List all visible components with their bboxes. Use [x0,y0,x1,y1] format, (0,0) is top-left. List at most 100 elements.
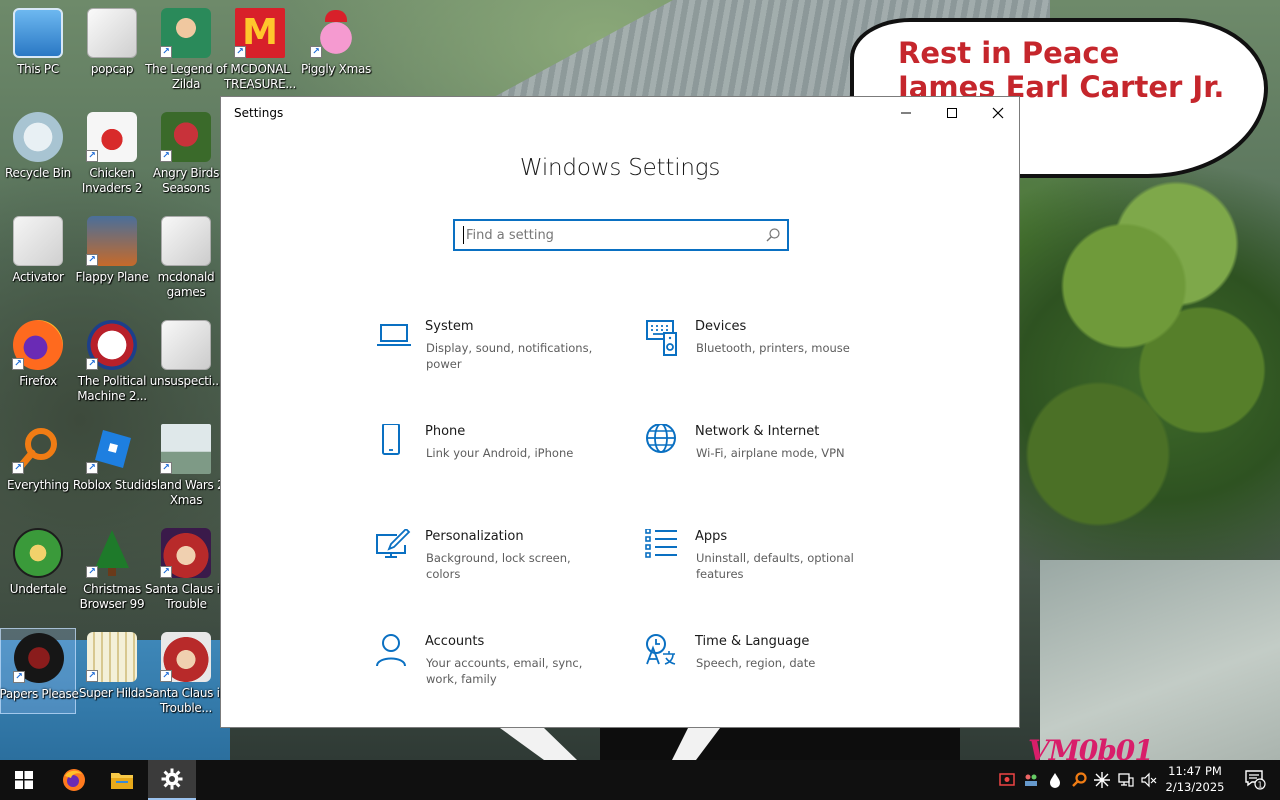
desktop-icon-unsuspecting[interactable]: unsuspecti... [148,316,224,416]
tile-name: Time & Language [695,634,810,649]
desktop-icon-mcdonald-games[interactable]: mcdonald games [148,212,224,312]
magnifier-icon [1072,772,1087,787]
desktop-icon-label: This PC [17,62,59,76]
tile-name: Personalization [425,529,524,544]
desktop-icon-political-machine[interactable]: ↗ The Political Machine 2... [74,316,150,416]
apps-list-icon [645,529,677,558]
tray-screen-record[interactable] [997,770,1017,790]
shortcut-arrow-icon: ↗ [310,46,322,58]
window-titlebar[interactable]: Settings [221,97,1019,129]
desktop-icon-label: unsuspecti... [149,374,223,388]
desktop-icon-label: Activator [12,270,64,284]
desktop-icon-label: Firefox [19,374,57,388]
tile-apps[interactable]: Apps Uninstall, defaults, optional featu… [645,529,885,609]
tray-everything[interactable] [1069,770,1089,790]
tray-water-drop[interactable] [1045,770,1065,790]
person-icon [376,634,406,667]
minimize-icon [901,112,911,114]
shortcut-arrow-icon: ↗ [86,566,98,578]
desktop-icon-christmas-browser[interactable]: ↗ Christmas Browser 99 [74,524,150,624]
maximize-button[interactable] [929,97,975,129]
desktop-icon-firefox[interactable]: ↗ Firefox [0,316,76,416]
start-button[interactable] [0,760,48,800]
time-language-icon [646,634,676,665]
desktop-icon-legend-of-zilda[interactable]: ↗ The Legend of Zilda [145,4,227,104]
tray-volume[interactable] [1139,770,1159,790]
tile-accounts[interactable]: Accounts Your accounts, email, sync, wor… [375,634,615,714]
tile-devices[interactable]: Devices Bluetooth, printers, mouse [645,319,885,399]
taskbar-settings[interactable] [148,760,196,800]
taskbar-firefox[interactable] [50,760,98,800]
close-button[interactable] [975,97,1021,129]
tile-personalization[interactable]: Personalization Background, lock screen,… [375,529,615,609]
action-center-button[interactable]: 1 [1232,760,1280,800]
file-explorer-icon [111,773,133,789]
desktop-icon-flappy-plane[interactable]: ↗ Flappy Plane [74,212,150,312]
desktop-icon-label: mcdonald games [157,270,215,299]
desktop-icon-santa-claus[interactable]: ↗ Santa Claus in Trouble [145,524,227,624]
window-title: Settings [234,106,284,120]
folder-icon [161,320,211,370]
computer-icon [13,8,63,58]
tile-description: Bluetooth, printers, mouse [696,341,850,355]
desktop-icon-this-pc[interactable]: This PC [0,4,76,104]
desktop-icon-chicken-invaders[interactable]: ↗ Chicken Invaders 2 [74,108,150,208]
desktop-icon-island-wars[interactable]: ↗ Island Wars 2 Xmas [148,420,225,520]
volume-muted-icon [1141,772,1157,788]
desktop-icon-label: Roblox Studio [72,478,152,492]
wallpaper-sidewalk [1040,560,1280,760]
desktop-icon-roblox-studio[interactable]: ↗ Roblox Studio [73,420,151,520]
tile-name: Network & Internet [695,424,820,439]
recycle-bin-icon [13,112,63,162]
desktop-icon-label: popcap [90,62,134,76]
tile-system[interactable]: System Display, sound, notifications, po… [375,319,615,399]
desktop-icon-angry-birds[interactable]: ↗ Angry Birds Seasons [148,108,224,208]
desktop-icon-santa-claus-2[interactable]: ↗ Santa Claus in Trouble... [145,628,227,728]
desktop-icon-everything[interactable]: ↗ Everything [0,420,76,520]
people-icon [1025,774,1037,786]
search-input[interactable] [463,226,753,244]
shortcut-arrow-icon: ↗ [160,670,172,682]
tray-sparkle[interactable] [1092,770,1112,790]
desktop-icon-label: The Legend of Zilda [145,62,227,91]
shortcut-arrow-icon: ↗ [86,358,98,370]
shortcut-arrow-icon: ↗ [234,46,246,58]
tile-network-internet[interactable]: Network & Internet Wi-Fi, airplane mode,… [645,424,885,504]
laptop-icon [377,324,411,346]
tile-name: Devices [695,319,747,334]
close-icon [992,107,1004,119]
taskbar: 11:47 PM 2/13/2025 1 [0,760,1280,800]
watermark: VM0b01 [1028,734,1154,760]
tile-description: Display, sound, notifications, power [426,341,593,371]
tile-name: Phone [425,424,466,439]
tile-phone[interactable]: Phone Link your Android, iPhone [375,424,615,504]
shortcut-arrow-icon: ↗ [160,150,172,162]
tile-name: System [425,319,474,334]
water-drop-icon [1050,773,1060,788]
search-box[interactable] [453,219,789,251]
shortcut-arrow-icon: ↗ [86,150,98,162]
undertale-icon [13,528,63,578]
desktop-icon-piggly-xmas[interactable]: ↗ Piggly Xmas [298,4,374,104]
taskbar-clock[interactable]: 11:47 PM 2/13/2025 [1160,763,1230,795]
minimize-button[interactable] [883,97,929,129]
globe-icon [646,424,676,453]
tray-people[interactable] [1021,770,1041,790]
desktop-icon-activator[interactable]: Activator [0,212,76,312]
desktop-icon-super-hilda[interactable]: ↗ Super Hilda [74,628,150,728]
desktop-icon-label: Undertale [9,582,67,596]
desktop-icon-recycle-bin[interactable]: Recycle Bin [0,108,76,208]
tray-network[interactable] [1116,770,1136,790]
folder-icon [161,216,211,266]
taskbar-file-explorer[interactable] [98,760,146,800]
tile-time-language[interactable]: Time & Language Speech, region, date [645,634,885,714]
desktop-icon-undertale[interactable]: Undertale [0,524,76,624]
tile-description: Your accounts, email, sync, work, family [426,656,583,686]
wallpaper-white-shape [500,728,577,760]
windows-start-icon [15,771,33,789]
desktop-icon-papers-please[interactable]: ↗ Papers Please [0,628,79,714]
shortcut-arrow-icon: ↗ [12,358,24,370]
settings-gear-icon [161,768,183,790]
desktop-icon-popcap[interactable]: popcap [74,4,150,104]
desktop-icon-mcdonal-treasure[interactable]: M ↗ MCDONAL TREASURE... [222,4,298,104]
